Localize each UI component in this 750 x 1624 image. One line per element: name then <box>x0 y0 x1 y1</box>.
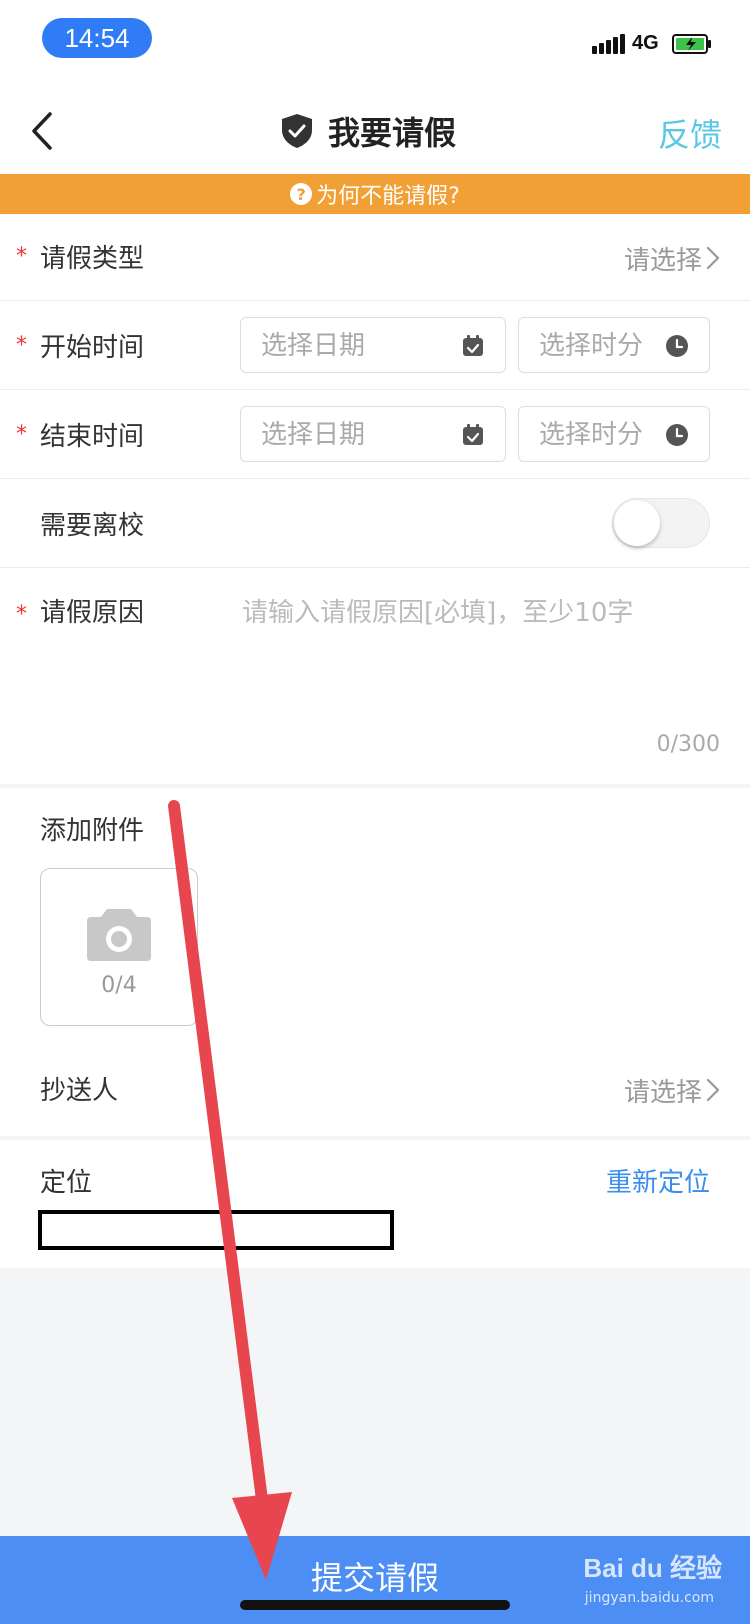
end-date-placeholder: 选择日期 <box>261 420 366 450</box>
end-date-picker[interactable]: 选择日期 <box>240 406 506 462</box>
baidu-watermark-site: jingyan.baidu.com <box>584 1590 714 1606</box>
attachment-card: 添加附件 0/4 抄送人 请选择 <box>0 788 750 1136</box>
reason-placeholder: 请输入请假原因[必填]，至少10字 <box>242 598 634 628</box>
status-time: 14:54 <box>42 18 152 58</box>
leave-type-value: 请选择 <box>623 246 702 276</box>
reason-row: * 请假原因 请输入请假原因[必填]，至少10字 0/300 <box>0 568 750 784</box>
calendar-icon <box>463 335 483 356</box>
status-bar: 14:54 4G <box>0 0 750 88</box>
toggle-knob <box>614 500 660 546</box>
leave-form-card: * 请假类型 请选择 * 开始时间 选择日期 选择时分 * 结束时间 选择日期 … <box>0 214 750 784</box>
required-mark: * <box>16 333 27 358</box>
start-time-picker[interactable]: 选择时分 <box>518 317 710 373</box>
submit-label: 提交请假 <box>310 1559 439 1597</box>
question-icon: ? <box>290 183 313 205</box>
required-mark: * <box>16 244 27 269</box>
banner-text: 为何不能请假? <box>316 184 460 209</box>
start-date-placeholder: 选择日期 <box>261 331 366 361</box>
location-address-redacted <box>38 1210 394 1250</box>
leave-type-row[interactable]: * 请假类型 请选择 <box>0 214 750 301</box>
leave-type-label: 请假类型 <box>40 244 145 274</box>
leave-school-row: 需要离校 <box>0 479 750 568</box>
page-title-group: 我要请假 <box>280 108 456 154</box>
shield-check-icon <box>282 114 312 148</box>
chevron-right-icon <box>706 246 720 270</box>
end-time-row: * 结束时间 选择日期 选择时分 <box>0 390 750 479</box>
chevron-right-icon <box>706 1078 720 1102</box>
feedback-button[interactable]: 反馈 <box>658 110 722 156</box>
start-date-picker[interactable]: 选择日期 <box>240 317 506 373</box>
nav-bar: 我要请假 反馈 <box>0 88 750 174</box>
baidu-watermark: Bai du 经验 <box>583 1553 722 1583</box>
cc-row[interactable]: 抄送人 请选择 <box>0 1042 750 1136</box>
reason-label: 请假原因 <box>40 598 145 628</box>
cc-label: 抄送人 <box>40 1076 119 1106</box>
start-time-label: 开始时间 <box>40 333 145 363</box>
back-arrow-icon[interactable] <box>24 106 64 156</box>
attachment-count: 0/4 <box>101 973 137 998</box>
attachment-label: 添加附件 <box>40 816 145 846</box>
camera-icon <box>87 909 151 961</box>
clock-icon <box>666 424 688 446</box>
required-mark: * <box>16 602 27 627</box>
home-indicator <box>240 1600 510 1610</box>
reason-counter: 0/300 <box>656 732 720 757</box>
why-cannot-leave-banner[interactable]: ? 为何不能请假? <box>0 174 750 214</box>
clock-icon <box>666 335 688 357</box>
network-type: 4G <box>632 32 659 54</box>
leave-school-label: 需要离校 <box>40 511 145 541</box>
required-mark: * <box>16 422 27 447</box>
cc-value: 请选择 <box>623 1078 702 1108</box>
location-label: 定位 <box>40 1168 93 1198</box>
start-time-placeholder: 选择时分 <box>539 331 644 361</box>
location-card: 定位 重新定位 <box>0 1140 750 1268</box>
leave-school-toggle[interactable] <box>612 498 710 548</box>
signal-icon <box>592 34 626 54</box>
reason-textarea[interactable]: 请输入请假原因[必填]，至少10字 0/300 <box>232 578 720 774</box>
battery-icon <box>672 34 711 54</box>
end-time-label: 结束时间 <box>40 422 145 452</box>
calendar-icon <box>463 424 483 445</box>
page-title: 我要请假 <box>328 114 457 152</box>
start-time-row: * 开始时间 选择日期 选择时分 <box>0 301 750 390</box>
end-time-placeholder: 选择时分 <box>539 420 644 450</box>
end-time-picker[interactable]: 选择时分 <box>518 406 710 462</box>
relocate-button[interactable]: 重新定位 <box>606 1162 710 1199</box>
add-photo-button[interactable]: 0/4 <box>40 868 198 1026</box>
